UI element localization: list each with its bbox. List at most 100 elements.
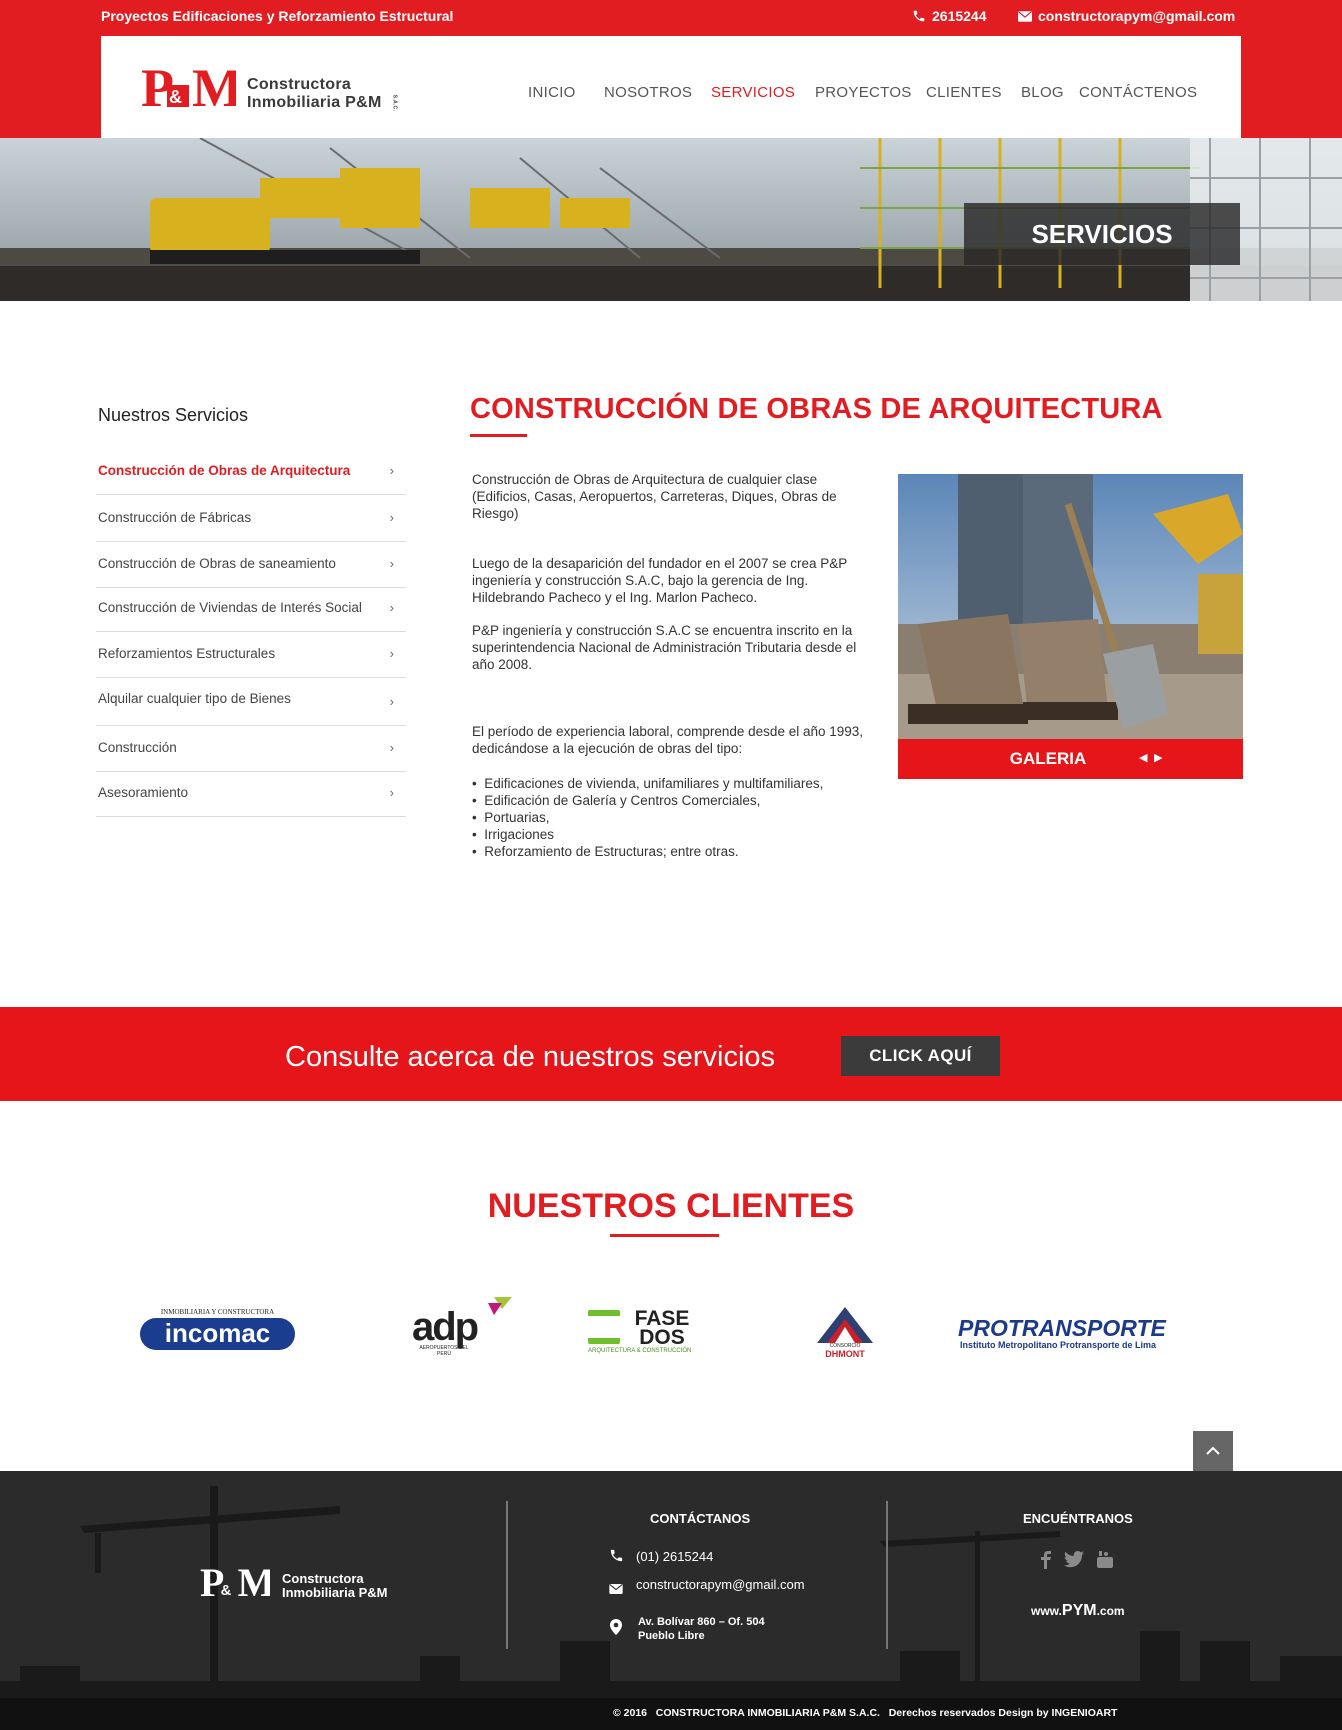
- sidebar-item-arquitectura[interactable]: Construcción de Obras de Arquitectura ›: [96, 449, 406, 495]
- gallery-bar: GALERIA ◀ ▶: [898, 739, 1243, 779]
- nav-proyectos[interactable]: PROYECTOS: [815, 84, 912, 101]
- footer-contact-heading: CONTÁCTANOS: [650, 1511, 751, 1526]
- tagline: Proyectos Edificaciones y Reforzamiento …: [101, 8, 454, 24]
- phone-icon: [913, 10, 925, 22]
- envelope-icon: [609, 1584, 623, 1594]
- svg-text:&: &: [221, 1583, 232, 1599]
- prev-arrow-icon[interactable]: ◀: [1139, 751, 1147, 764]
- footer-brand-name: Constructora Inmobiliaria P&M: [282, 1571, 388, 1600]
- chevron-right-icon: ›: [389, 463, 394, 478]
- footer-phone[interactable]: (01) 2615244: [636, 1549, 713, 1564]
- incomac-subtitle: INMOBILIARIA Y CONSTRUCTORA: [160, 1308, 275, 1316]
- list-item: • Reforzamiento de Estructuras; entre ot…: [472, 844, 739, 859]
- footer-divider: [506, 1501, 508, 1649]
- pm-logo-mark-white: P M &: [200, 1561, 275, 1605]
- youtube-icon[interactable]: [1096, 1551, 1114, 1569]
- nav-contactenos[interactable]: CONTÁCTENOS: [1079, 84, 1197, 101]
- sidebar-item-asesoramiento[interactable]: Asesoramiento ›: [96, 771, 406, 817]
- protransporte-subtitle: Instituto Metropolitano Protransporte de…: [960, 1340, 1157, 1350]
- client-logo-incomac[interactable]: INMOBILIARIA Y CONSTRUCTORA incomac: [140, 1308, 295, 1356]
- scroll-to-top-button[interactable]: [1193, 1431, 1233, 1471]
- envelope-icon: [1018, 10, 1032, 22]
- sidebar-item-viviendas[interactable]: Construcción de Viviendas de Interés Soc…: [96, 586, 406, 632]
- protransporte-name: PROTRANSPORTE: [958, 1315, 1166, 1341]
- facebook-icon[interactable]: [1040, 1551, 1052, 1569]
- top-email[interactable]: constructorapym@gmail.com: [1018, 8, 1235, 24]
- svg-text:M: M: [238, 1561, 270, 1603]
- hero-title-box: SERVICIOS: [964, 203, 1240, 265]
- footer-address-icon: [610, 1619, 622, 1640]
- sidebar-item-reforzamientos[interactable]: Reforzamientos Estructurales ›: [96, 632, 406, 678]
- chevron-right-icon: ›: [389, 556, 394, 571]
- next-arrow-icon[interactable]: ▶: [1154, 751, 1162, 764]
- header: P M & Constructora Inmobiliaria P&M S.A.…: [101, 36, 1241, 138]
- hero-title: SERVICIOS: [1031, 219, 1173, 249]
- sidebar-item-label: Alquilar cualquier tipo de Bienes: [98, 691, 291, 706]
- footer-address: Av. Bolívar 860 – Of. 504 Pueblo Libre: [638, 1616, 765, 1642]
- sidebar-item-fabricas[interactable]: Construcción de Fábricas ›: [96, 496, 406, 542]
- footer-divider: [886, 1501, 888, 1649]
- list-item: • Irrigaciones: [472, 827, 555, 842]
- main-nav: INICIO NOSOTROS SERVICIOS PROYECTOS CLIE…: [101, 36, 1241, 138]
- cta-text: Consulte acerca de nuestros servicios: [285, 1041, 776, 1073]
- list-item: • Portuarias,: [472, 810, 550, 825]
- chevron-right-icon: ›: [389, 785, 394, 800]
- dhmont-name: DHMONT: [825, 1349, 865, 1359]
- paragraph-2: Luego de la desaparición del fundador en…: [472, 556, 848, 605]
- chevron-right-icon: ›: [389, 600, 394, 615]
- nav-clientes[interactable]: CLIENTES: [926, 84, 1002, 101]
- sidebar-item-alquilar[interactable]: Alquilar cualquier tipo de Bienes ›: [96, 677, 406, 726]
- sidebar-item-label: Construcción de Obras de saneamiento: [98, 556, 336, 571]
- paragraph-1: Construcción de Obras de Arquitectura de…: [472, 472, 837, 521]
- sidebar-item-label: Asesoramiento: [98, 785, 189, 800]
- title-underline: [470, 434, 527, 437]
- cta-banner: Consulte acerca de nuestros servicios CL…: [0, 1007, 1342, 1101]
- page-title: CONSTRUCCIÓN DE OBRAS DE ARQUITECTURA: [470, 393, 1163, 425]
- fasedos-name: FASE DOS: [634, 1307, 690, 1349]
- worker-boots-shovel-photo: [898, 474, 1243, 739]
- sidebar-item-construccion[interactable]: Construcción ›: [96, 726, 406, 772]
- chevron-up-icon: [1206, 1446, 1220, 1455]
- nav-blog[interactable]: BLOG: [1021, 84, 1064, 101]
- incomac-name: incomac: [140, 1318, 295, 1350]
- footer-find-heading: ENCUÉNTRANOS: [1023, 1511, 1133, 1526]
- top-phone-text: 2615244: [932, 8, 987, 24]
- sidebar-item-saneamiento[interactable]: Construcción de Obras de saneamiento ›: [96, 542, 406, 588]
- client-logo-fasedos[interactable]: FASE DOS ARQUITECTURA & CONSTRUCCIÓN: [588, 1307, 708, 1356]
- client-logo-dhmont[interactable]: CONSORCIO DHMONT: [815, 1305, 875, 1363]
- sidebar-item-label: Construcción de Obras de Arquitectura: [98, 463, 351, 478]
- gallery-label[interactable]: GALERIA: [898, 739, 1198, 779]
- nav-inicio[interactable]: INICIO: [528, 84, 576, 101]
- top-phone[interactable]: 2615244: [912, 8, 987, 24]
- paragraph-4: El período de experiencia laboral, compr…: [472, 724, 864, 756]
- footer-website[interactable]: www.PYM.com: [1031, 1602, 1125, 1620]
- twitter-icon[interactable]: [1064, 1551, 1084, 1568]
- client-logo-adp[interactable]: adp AEROPUERTOS DEL PERÚ: [412, 1295, 516, 1357]
- dhmont-logo-mark: [817, 1307, 873, 1343]
- clients-underline: [610, 1234, 719, 1237]
- cta-button[interactable]: CLICK AQUÍ: [841, 1036, 1000, 1076]
- adp-name: adp: [412, 1305, 479, 1349]
- footer-email[interactable]: constructorapym@gmail.com: [636, 1577, 805, 1592]
- chevron-right-icon: ›: [389, 694, 394, 709]
- chevron-right-icon: ›: [389, 510, 394, 525]
- sidebar-item-label: Construcción de Fábricas: [98, 510, 252, 525]
- sidebar-item-label: Reforzamientos Estructurales: [98, 646, 276, 661]
- services-list: • Edificaciones de vivienda, unifamiliar…: [472, 775, 872, 860]
- phone-icon: [610, 1549, 623, 1562]
- paragraph-3: P&P ingeniería y construcción S.A.C se e…: [472, 623, 857, 672]
- nav-nosotros[interactable]: NOSOTROS: [604, 84, 692, 101]
- gallery-image[interactable]: [898, 474, 1243, 739]
- client-logo-protransporte[interactable]: PROTRANSPORTE Instituto Metropolitano Pr…: [958, 1316, 1183, 1350]
- social-links: [1040, 1551, 1114, 1569]
- footer-logo[interactable]: P M &: [200, 1561, 275, 1605]
- list-item: • Edificaciones de vivienda, unifamiliar…: [472, 776, 824, 791]
- page: Proyectos Edificaciones y Reforzamiento …: [0, 0, 1342, 1730]
- chevron-right-icon: ›: [389, 646, 394, 661]
- sidebar-title: Nuestros Servicios: [98, 405, 249, 425]
- nav-servicios[interactable]: SERVICIOS: [711, 84, 795, 101]
- copyright-text: © 2016 CONSTRUCTORA INMOBILIARIA P&M S.A…: [613, 1707, 1118, 1719]
- footer-email-icon: [609, 1581, 623, 1599]
- sidebar-item-label: Construcción de Viviendas de Interés Soc…: [98, 600, 362, 615]
- footer: P M & Constructora Inmobiliaria P&M CONT…: [0, 1471, 1342, 1730]
